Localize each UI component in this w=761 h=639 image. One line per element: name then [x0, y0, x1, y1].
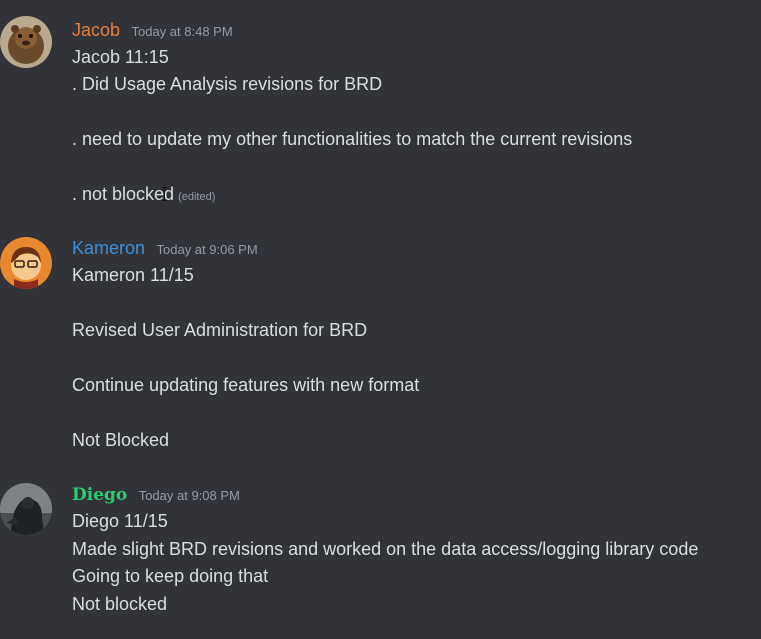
message-line: Not Blocked — [72, 430, 170, 450]
message-line-with-edited: . not blocked (edited) — [72, 184, 215, 205]
avatar-diego-image — [0, 483, 52, 535]
message-line: Jacob 11:15 — [72, 47, 169, 67]
text-cursor-icon — [162, 187, 168, 201]
avatar-jacob-image — [0, 16, 52, 68]
edited-label: (edited) — [178, 191, 216, 203]
avatar[interactable] — [0, 237, 52, 289]
message-line: Kameron 11/15 — [72, 265, 194, 285]
message-line: . Did Usage Analysis revisions for BRD — [72, 74, 383, 94]
message-line: Revised User Administration for BRD — [72, 320, 368, 340]
avatar[interactable] — [0, 483, 52, 535]
avatar[interactable] — [0, 16, 52, 68]
message-header: Kameron Today at 9:06 PM — [72, 238, 258, 259]
message-line: Not blocked — [72, 594, 168, 614]
username[interactable]: Diego — [72, 485, 127, 505]
message-header: Jacob Today at 8:48 PM — [72, 20, 233, 41]
message-line: Continue updating features with new form… — [72, 375, 420, 395]
username[interactable]: Jacob — [72, 20, 120, 41]
message-line: . need to update my other functionalitie… — [72, 129, 633, 149]
message-line: Made slight BRD revisions and worked on … — [72, 539, 699, 559]
timestamp: Today at 9:06 PM — [156, 242, 258, 257]
message-line: Diego 11/15 — [72, 511, 168, 531]
message-header: Diego Today at 9:08 PM — [72, 485, 240, 505]
avatar-kameron-image — [0, 237, 52, 289]
timestamp: Today at 8:48 PM — [131, 24, 233, 39]
timestamp: Today at 9:08 PM — [138, 488, 240, 503]
username[interactable]: Kameron — [72, 238, 145, 259]
message-line: Going to keep doing that — [72, 566, 269, 586]
message-text: . not blocked — [72, 184, 175, 204]
